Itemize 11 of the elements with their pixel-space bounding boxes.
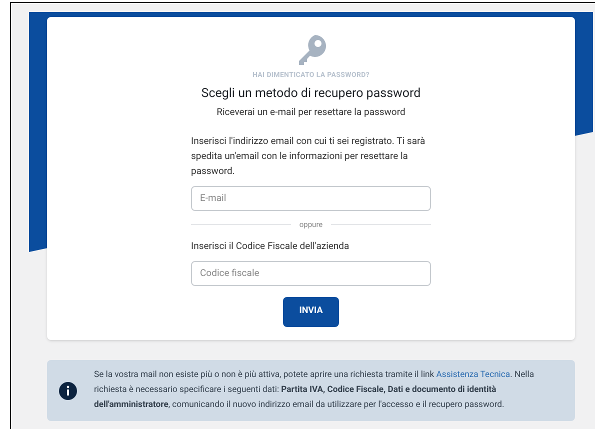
- card-subtitle: Riceverai un e-mail per resettare la password: [216, 106, 406, 120]
- card-title: Scegli un metodo di recupero password: [201, 84, 421, 102]
- email-instructions: Inserisci l'indirizzo email con cui ti sei registrato. Ti sarà spedita un'email con le informazioni per resettare la password.: [191, 134, 426, 178]
- tax-code-field[interactable]: Codice fiscale: [191, 261, 431, 286]
- support-link[interactable]: Assistenza Tecnica: [436, 370, 510, 380]
- info-icon: [59, 382, 77, 400]
- tax-code-label: Inserisci il Codice Fiscale dell'azienda: [191, 240, 350, 254]
- info-message: Se la vostra mail non esiste più o non è più attiva, potete aprire una richiesta tramite il link Assistenza Tecnica. Nella richiesta è necessario specificare i seguenti dati: Partita IVA, Codice Fiscale, Dati e documento di identità dell'amministratore, comunicando il nuovo indirizzo email da utilizzare per l'accesso e il recupero password.: [94, 369, 536, 412]
- submit-button[interactable]: INVIA: [283, 297, 339, 327]
- email-field[interactable]: E-mail: [191, 186, 431, 210]
- key-icon: [296, 35, 326, 67]
